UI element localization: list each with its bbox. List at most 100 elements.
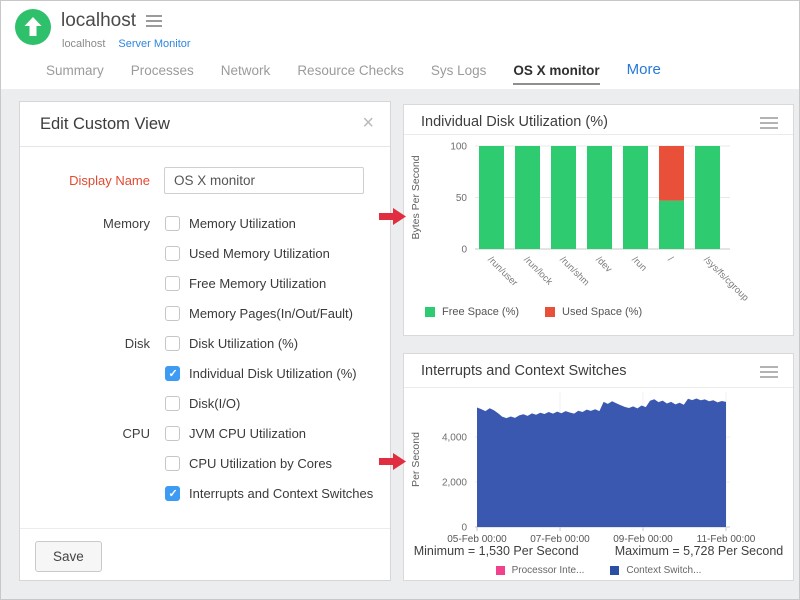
chart-card-header: Individual Disk Utilization (%) <box>404 105 793 135</box>
legend-item-free-space[interactable]: Free Space (%) <box>425 306 519 318</box>
option-row-memory-utilization: Memory Memory Utilization <box>20 208 390 238</box>
checkbox-label: Memory Pages(In/Out/Fault) <box>189 306 353 321</box>
svg-text:Per Second: Per Second <box>410 432 422 487</box>
svg-text:4,000: 4,000 <box>442 433 467 444</box>
tab-os-x-monitor[interactable]: OS X monitor <box>513 63 599 85</box>
legend-swatch <box>610 566 619 575</box>
svg-text:50: 50 <box>456 193 468 204</box>
checkbox-individual-disk-utilization[interactable] <box>165 366 180 381</box>
disk-utilization-bar-chart: 050100/run/user/run/lock/run/shm/dev/run… <box>405 137 794 302</box>
panel-footer: Save <box>20 528 390 580</box>
header-menu-icon[interactable] <box>146 15 162 27</box>
save-button[interactable]: Save <box>35 541 102 572</box>
tab-network[interactable]: Network <box>221 63 271 85</box>
breadcrumb-server-monitor-link[interactable]: Server Monitor <box>118 38 190 50</box>
tab-resource-checks[interactable]: Resource Checks <box>297 63 404 85</box>
svg-text:/dev: /dev <box>593 254 614 275</box>
checkbox-label: Memory Utilization <box>189 216 296 231</box>
tab-sys-logs[interactable]: Sys Logs <box>431 63 487 85</box>
svg-text:11-Feb 00:00: 11-Feb 00:00 <box>697 534 756 542</box>
close-icon[interactable]: × <box>362 113 374 133</box>
group-label: Memory <box>20 216 150 231</box>
svg-text:/run/shm: /run/shm <box>557 254 591 288</box>
panel-header: Edit Custom View × <box>20 102 390 147</box>
red-arrow-icon <box>379 452 406 471</box>
checkbox-label: Disk(I/O) <box>189 396 240 411</box>
option-row-disk-i-o: Disk(I/O) <box>20 388 390 418</box>
legend-label: Context Switch... <box>626 565 701 576</box>
breadcrumb: localhost Server Monitor <box>62 38 191 50</box>
checkbox-disk-utilization[interactable] <box>165 336 180 351</box>
interrupts-area-chart: 0 2,000 4,000 05-Feb 00:00 07-Feb 00:00 09-Fe… <box>405 388 794 542</box>
svg-text:0: 0 <box>461 245 467 256</box>
legend-item-used-space[interactable]: Used Space (%) <box>545 306 642 318</box>
group-label: Disk <box>20 336 150 351</box>
tab-processes[interactable]: Processes <box>131 63 194 85</box>
tab-bar: Summary Processes Network Resource Checks Sy… <box>46 57 661 85</box>
server-monitor-screen: localhost localhost Server Monitor Summa… <box>0 0 800 600</box>
chart-min-max-stats: Minimum = 1,530 Per Second Maximum = 5,7… <box>404 544 793 558</box>
svg-text:07-Feb 00:00: 07-Feb 00:00 <box>530 534 590 542</box>
svg-text:Bytes Per Second: Bytes Per Second <box>410 155 422 239</box>
red-arrow-icon <box>379 207 406 226</box>
checkbox-label: CPU Utilization by Cores <box>189 456 332 471</box>
legend-label: Used Space (%) <box>562 306 642 318</box>
legend-item-processor-inte[interactable]: Processor Inte... <box>496 565 585 576</box>
display-name-row: Display Name <box>20 167 390 194</box>
chart-menu-icon[interactable] <box>760 117 778 129</box>
tab-more[interactable]: More <box>627 61 661 85</box>
legend-label: Free Space (%) <box>442 306 519 318</box>
svg-text:09-Feb 00:00: 09-Feb 00:00 <box>613 534 673 542</box>
chart-menu-icon[interactable] <box>760 366 778 378</box>
legend-swatch <box>496 566 505 575</box>
maximum-value: Maximum = 5,728 Per Second <box>615 544 784 558</box>
legend-label: Processor Inte... <box>512 565 585 576</box>
disk-utilization-card: Individual Disk Utilization (%) 0 50 100/r… <box>403 104 794 336</box>
checkbox-used-memory-utilization[interactable] <box>165 246 180 261</box>
checkbox-label: Free Memory Utilization <box>189 276 326 291</box>
checkbox-memory-utilization[interactable] <box>165 216 180 231</box>
option-row-memory-pages-in-out-fault: Memory Pages(In/Out/Fault) <box>20 298 390 328</box>
checkbox-disk-i-o[interactable] <box>165 396 180 411</box>
page-title: localhost <box>61 10 136 32</box>
tab-summary[interactable]: Summary <box>46 63 104 85</box>
svg-text:/run: /run <box>629 254 648 273</box>
svg-text:/sys/fs/cgroup: /sys/fs/cgroup <box>701 254 750 302</box>
chart-legend: Processor Inte... Context Switch... <box>404 565 793 576</box>
checkbox-free-memory-utilization[interactable] <box>165 276 180 291</box>
svg-text:0: 0 <box>461 523 467 534</box>
minimum-value: Minimum = 1,530 Per Second <box>414 544 579 558</box>
svg-text:/: / <box>665 254 675 264</box>
svg-text:05-Feb 00:00: 05-Feb 00:00 <box>447 534 507 542</box>
checkbox-label: Interrupts and Context Switches <box>189 486 373 501</box>
display-name-input[interactable] <box>164 167 364 194</box>
metric-checkbox-groups: Memory Memory Utilization Used Memory Util… <box>20 208 390 508</box>
chart-title: Individual Disk Utilization (%) <box>404 105 793 130</box>
panel-title: Edit Custom View <box>20 102 390 134</box>
checkbox-cpu-utilization-by-cores[interactable] <box>165 456 180 471</box>
svg-text:/run/user: /run/user <box>485 254 519 288</box>
legend-swatch <box>545 307 555 317</box>
custom-view-form: Display Name Memory Memory Utilization Use… <box>20 147 390 508</box>
svg-text:2,000: 2,000 <box>442 478 467 489</box>
chart-title: Interrupts and Context Switches <box>404 354 793 379</box>
interrupts-context-switches-card: Interrupts and Context Switches 0 2,000 4,… <box>403 353 794 581</box>
checkbox-label: Disk Utilization (%) <box>189 336 298 351</box>
svg-text:100: 100 <box>450 142 467 153</box>
option-row-cpu-utilization-by-cores: CPU Utilization by Cores <box>20 448 390 478</box>
legend-item-context-switch[interactable]: Context Switch... <box>610 565 701 576</box>
breadcrumb-host: localhost <box>62 38 105 50</box>
option-row-free-memory-utilization: Free Memory Utilization <box>20 268 390 298</box>
checkbox-label: JVM CPU Utilization <box>189 426 306 441</box>
chart-card-header: Interrupts and Context Switches <box>404 354 793 388</box>
checkbox-memory-pages-in-out-fault[interactable] <box>165 306 180 321</box>
option-row-used-memory-utilization: Used Memory Utilization <box>20 238 390 268</box>
edit-custom-view-panel: Edit Custom View × Display Name MemoryMe… <box>19 101 391 581</box>
checkbox-label: Individual Disk Utilization (%) <box>189 366 357 381</box>
checkbox-jvm-cpu-utilization[interactable] <box>165 426 180 441</box>
monitor-status-icon <box>15 9 51 45</box>
legend-swatch <box>425 307 435 317</box>
checkbox-interrupts-and-context-switches[interactable] <box>165 486 180 501</box>
chart-legend: Free Space (%) Used Space (%) <box>425 306 642 318</box>
checkbox-label: Used Memory Utilization <box>189 246 330 261</box>
